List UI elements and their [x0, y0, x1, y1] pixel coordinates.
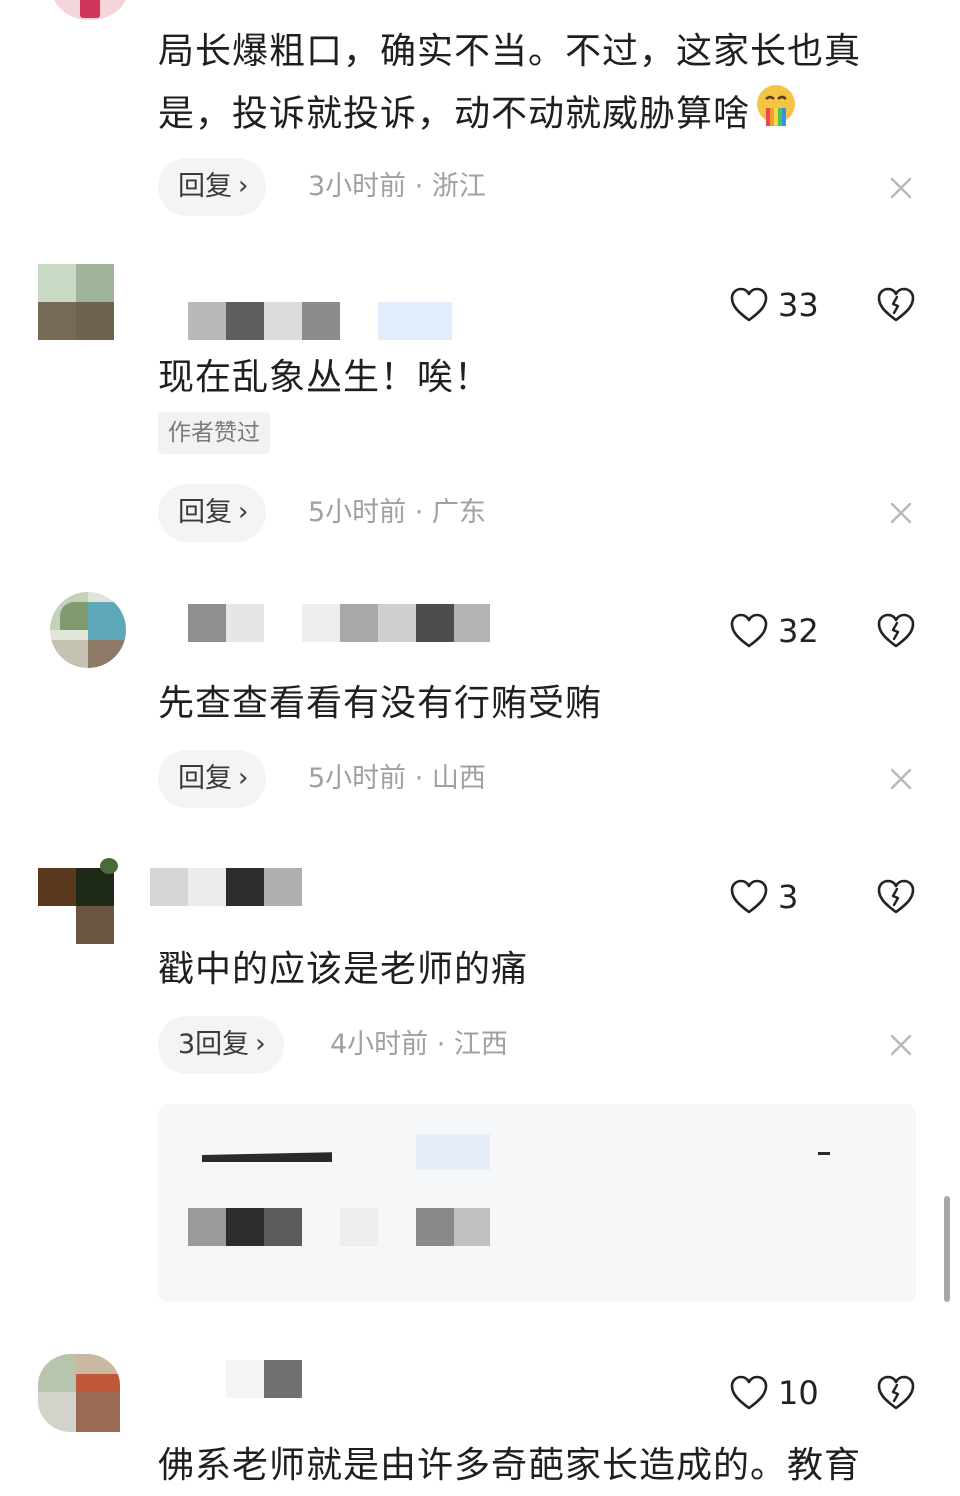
- avatar[interactable]: [38, 858, 118, 944]
- emoji-icon: [752, 82, 800, 149]
- avatar[interactable]: [50, 592, 126, 668]
- username[interactable]: [188, 604, 490, 642]
- chevron-right-icon: ›: [238, 763, 249, 793]
- author-liked-badge: 作者赞过: [158, 412, 270, 454]
- avatar[interactable]: [38, 1354, 120, 1432]
- broken-heart-icon[interactable]: [876, 611, 916, 651]
- username[interactable]: [150, 868, 302, 906]
- username[interactable]: [226, 1360, 302, 1398]
- comment-text: 现在乱象丛生！唉！: [158, 357, 492, 398]
- heart-icon: [730, 613, 768, 648]
- username[interactable]: [188, 302, 452, 340]
- comment-meta: 5小时前 · 广东: [308, 497, 486, 528]
- comment-text: 佛系老师就是由许多奇葩家长造成的。教育: [158, 1445, 862, 1486]
- reply-button[interactable]: 回复 ›: [158, 158, 267, 216]
- comment-meta: 5小时前 · 山西: [308, 763, 486, 794]
- like-button[interactable]: 33: [730, 285, 819, 325]
- like-button[interactable]: 3: [730, 877, 798, 917]
- comment-text: 戳中的应该是老师的痛: [158, 949, 529, 990]
- close-icon[interactable]: [888, 500, 914, 526]
- like-button[interactable]: 32: [730, 611, 819, 651]
- comment-text: 局长爆粗口，确实不当。不过，这家长也真 是，投诉就投诉，动不动就威胁算啥: [158, 22, 861, 149]
- heart-icon: [730, 1375, 768, 1410]
- close-icon[interactable]: [888, 766, 914, 792]
- like-button[interactable]: 10: [730, 1373, 819, 1413]
- nested-replies-box[interactable]: [158, 1104, 916, 1302]
- close-icon[interactable]: [888, 175, 914, 201]
- heart-icon: [730, 287, 768, 322]
- close-icon[interactable]: [888, 1032, 914, 1058]
- reply-button[interactable]: 回复 ›: [158, 750, 267, 808]
- scrollbar[interactable]: [944, 1196, 950, 1302]
- chevron-right-icon: ›: [255, 1029, 266, 1059]
- comment-text: 先查查看看有没有行贿受贿: [158, 683, 603, 724]
- comment-meta: 3小时前 · 浙江: [308, 171, 486, 202]
- avatar[interactable]: [38, 264, 114, 340]
- avatar[interactable]: [52, 0, 128, 20]
- chevron-right-icon: ›: [238, 497, 249, 527]
- reply-preview-user: [188, 1208, 226, 1246]
- heart-icon: [730, 879, 768, 914]
- comment-meta: 4小时前 · 江西: [330, 1029, 508, 1060]
- reply-preview-line: [202, 1152, 332, 1162]
- broken-heart-icon[interactable]: [876, 1373, 916, 1413]
- reply-button[interactable]: 回复 ›: [158, 484, 267, 542]
- broken-heart-icon[interactable]: [876, 877, 916, 917]
- broken-heart-icon[interactable]: [876, 285, 916, 325]
- view-replies-button[interactable]: 3回复 ›: [158, 1016, 284, 1074]
- chevron-right-icon: ›: [238, 171, 249, 201]
